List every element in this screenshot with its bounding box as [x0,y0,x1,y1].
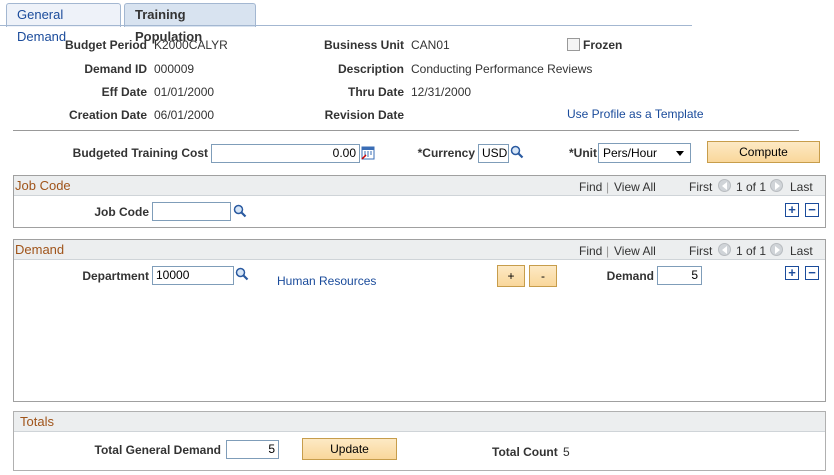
unit-select[interactable]: Pers/Hour [598,143,691,163]
job-code-grid-header: Job Code Find | View All First 1 of 1 La… [14,176,825,196]
demand-grid-header: Demand Find | View All First 1 of 1 Last [14,240,825,260]
frozen-checkbox[interactable] [567,38,580,51]
currency-input[interactable]: USD [478,144,509,163]
total-count-value: 5 [563,445,570,459]
demand-find-link[interactable]: Find [579,244,602,258]
total-general-demand-input[interactable]: 5 [226,440,279,459]
thru-date-value: 12/31/2000 [411,85,472,99]
total-general-demand-label: Total General Demand [94,443,221,457]
prev-icon [718,243,731,256]
budgeted-cost-label: Budgeted Training Cost [72,146,208,160]
demand-label: Demand [606,269,654,283]
department-lookup-icon[interactable] [235,267,249,281]
use-profile-link[interactable]: Use Profile as a Template [567,107,704,121]
job-code-field-label: Job Code [94,205,149,219]
department-label: Department [82,269,149,283]
budget-period-value: K2000CALYR [154,38,228,52]
creation-date-label: Creation Date [68,108,147,122]
job-code-view-all[interactable]: View All [614,180,656,194]
prev-icon [718,179,731,192]
remove-demand-button[interactable]: - [529,265,557,287]
chevron-down-icon [676,151,684,156]
business-unit-value: CAN01 [411,38,450,52]
next-icon [770,179,783,192]
job-code-grid-title: Job Code [15,178,71,193]
add-row-icon[interactable]: + [785,266,799,280]
job-code-grid: Job Code Find | View All First 1 of 1 La… [13,175,826,228]
demand-id-label: Demand ID [84,62,147,76]
department-input[interactable]: 10000 [152,266,234,285]
budgeted-cost-input[interactable]: 0.00 [211,144,360,163]
demand-last-label: Last [790,244,813,258]
demand-grid: Demand Find | View All First 1 of 1 Last… [13,239,826,402]
job-code-lookup-icon[interactable] [233,204,247,218]
totals-title: Totals [20,414,54,429]
business-unit-label: Business Unit [323,38,404,52]
budget-period-label: Budget Period [64,38,147,52]
currency-lookup-icon[interactable] [510,145,524,159]
thru-date-label: Thru Date [347,85,404,99]
eff-date-label: Eff Date [101,85,147,99]
demand-separator: | [606,244,610,258]
add-row-icon[interactable]: + [785,203,799,217]
add-demand-button[interactable]: + [497,265,525,287]
description-value: Conducting Performance Reviews [411,62,593,76]
job-code-separator: | [606,180,610,194]
job-code-find-link[interactable]: Find [579,180,602,194]
tab-training-population[interactable]: Training Population [124,3,256,44]
totals-section: Totals Total General Demand 5 Update Tot… [13,411,826,471]
section-divider [13,130,799,131]
delete-row-icon[interactable]: − [805,266,819,280]
demand-id-value: 000009 [154,62,195,76]
unit-select-value: Pers/Hour [603,146,658,160]
next-icon [770,243,783,256]
delete-row-icon[interactable]: − [805,203,819,217]
description-label: Description [337,62,404,76]
eff-date-value: 01/01/2000 [154,85,215,99]
revision-date-label: Revision Date [324,108,404,122]
unit-label: *Unit [569,146,597,160]
demand-first-label: First [689,244,713,258]
job-code-first-label: First [689,180,713,194]
demand-view-all[interactable]: View All [614,244,656,258]
calendar-icon[interactable] [361,146,375,160]
total-count-label: Total Count [492,445,558,459]
job-code-input[interactable] [152,202,231,221]
demand-input[interactable]: 5 [657,266,702,285]
currency-label: *Currency [417,146,475,160]
tab-general-demand[interactable]: General Demand [6,3,121,44]
demand-grid-title: Demand [15,242,65,257]
job-code-range: 1 of 1 [736,180,767,194]
job-code-last-label: Last [790,180,813,194]
frozen-label: Frozen [583,38,623,52]
creation-date-value: 06/01/2000 [154,108,215,122]
compute-button[interactable]: Compute [707,141,820,163]
update-button[interactable]: Update [302,438,397,460]
tab-divider [0,25,692,26]
department-name-link[interactable]: Human Resources [277,274,376,288]
demand-range: 1 of 1 [736,244,767,258]
totals-header: Totals [14,412,825,432]
